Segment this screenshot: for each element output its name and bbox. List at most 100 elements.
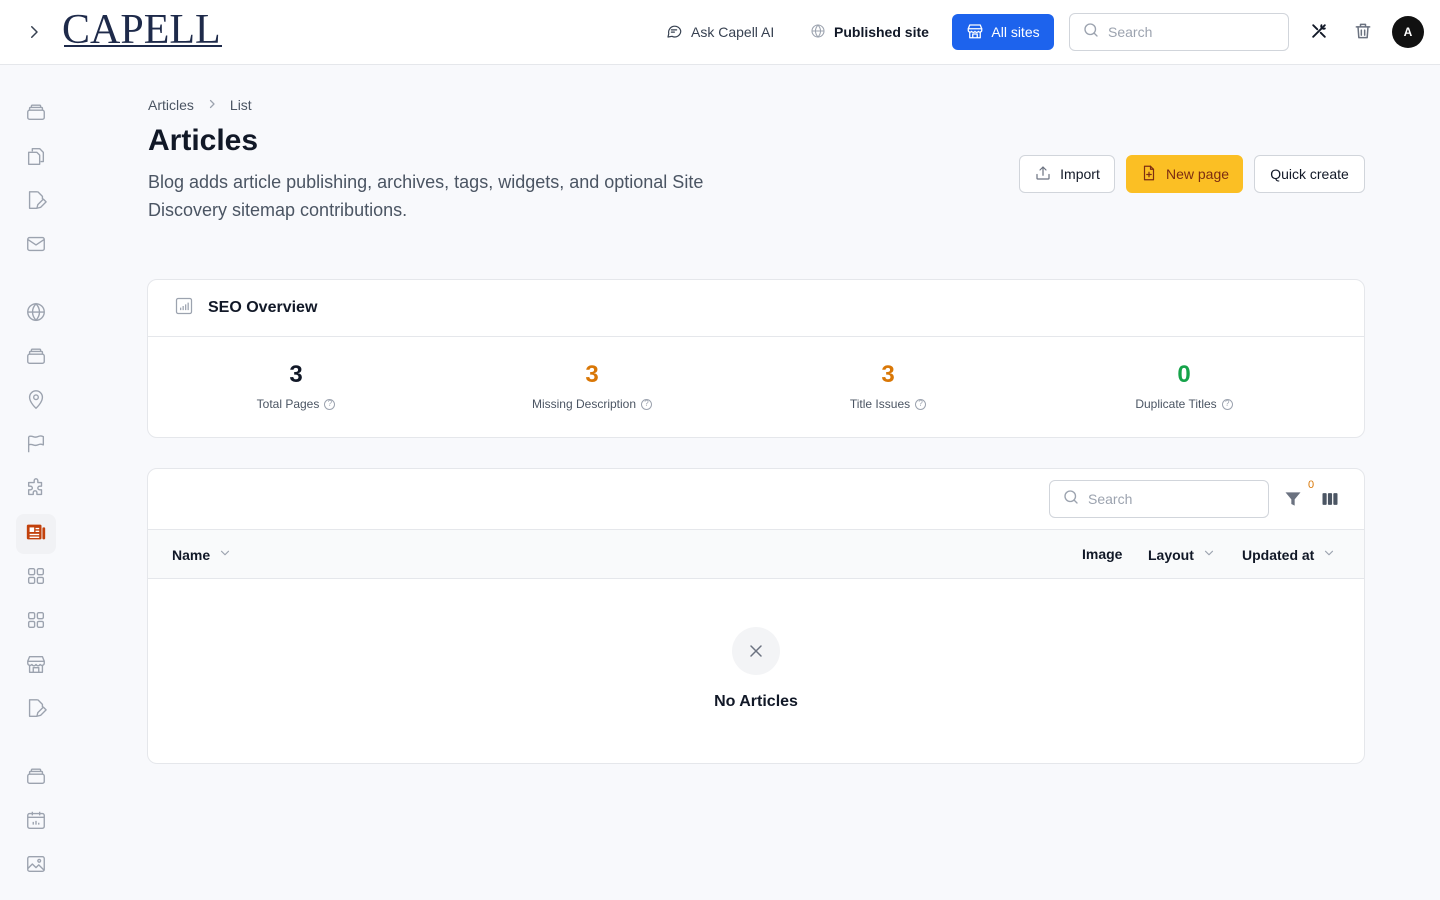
sidebar (0, 65, 72, 900)
breadcrumb-list: List (229, 97, 252, 113)
sidebar-item-grid-2[interactable] (16, 602, 56, 642)
table-toolbar: 0 (148, 469, 1364, 530)
chevron-right-icon (206, 97, 218, 113)
stat-label-wrap: Duplicate Titles ? (1135, 397, 1233, 411)
search-icon (1082, 21, 1100, 44)
new-page-label: New page (1165, 166, 1230, 182)
column-header-image: Image (1082, 546, 1122, 562)
published-site-link[interactable]: Published site (810, 20, 929, 44)
stat-label-wrap: Title Issues ? (850, 397, 927, 411)
sidebar-item-edit-page[interactable] (16, 182, 56, 222)
sidebar-item-stack-3[interactable] (16, 758, 56, 798)
stack-icon (25, 765, 47, 792)
stat-label: Missing Description (531, 397, 637, 411)
documents-icon (25, 145, 47, 172)
published-site-label: Published site (834, 24, 929, 40)
articles-table: 0 Name Image Layout Updated at No Articl… (147, 468, 1365, 764)
puzzle-icon (25, 477, 47, 504)
sidebar-item-grid[interactable] (16, 558, 56, 598)
seo-overview-header: SEO Overview (148, 280, 1364, 337)
tools-icon[interactable] (1309, 21, 1331, 43)
stat-value: 3 (289, 361, 303, 388)
quick-create-button[interactable]: Quick create (1254, 155, 1365, 193)
sidebar-item-storefront[interactable] (16, 646, 56, 686)
breadcrumb-articles[interactable]: Articles (148, 97, 194, 113)
stat-label-wrap: Missing Description ? (531, 397, 653, 411)
filter-icon[interactable] (1283, 489, 1305, 511)
storefront-icon (966, 22, 984, 43)
seo-overview-card: SEO Overview 3 Total Pages ? 3 Missing D… (147, 279, 1365, 438)
stat-value: 3 (881, 361, 895, 388)
ask-ai-link[interactable]: Ask Capell AI (665, 20, 774, 44)
empty-state-text: No Articles (714, 693, 798, 710)
upload-icon (1034, 164, 1052, 185)
globe-icon (810, 23, 826, 42)
column-header-updated-at[interactable]: Updated at (1242, 546, 1336, 563)
sidebar-item-calendar[interactable] (16, 802, 56, 842)
globe-icon (25, 301, 47, 328)
stat-title-issues: 3 Title Issues ? (740, 337, 1036, 437)
help-icon[interactable]: ? (1221, 398, 1233, 410)
flag-icon (25, 433, 47, 460)
stat-value: 3 (585, 361, 599, 388)
calendar-icon (25, 809, 47, 836)
stat-total-pages: 3 Total Pages ? (148, 337, 444, 437)
sidebar-item-mail[interactable] (16, 226, 56, 266)
global-search-input[interactable] (1108, 24, 1268, 40)
storefront-icon (25, 653, 47, 680)
sidebar-item-plugins[interactable] (16, 470, 56, 510)
column-label: Updated at (1242, 546, 1315, 563)
grid-icon (25, 565, 47, 592)
sidebar-item-articles[interactable] (16, 514, 56, 554)
help-icon[interactable]: ? (915, 398, 927, 410)
stat-label-wrap: Total Pages ? (257, 397, 336, 411)
new-page-button[interactable]: New page (1126, 155, 1243, 193)
seo-stats: 3 Total Pages ? 3 Missing Description ? … (148, 337, 1364, 437)
sidebar-item-documents[interactable] (16, 138, 56, 178)
columns-icon[interactable] (1320, 489, 1342, 511)
stat-label: Total Pages (256, 397, 320, 411)
table-search[interactable] (1049, 480, 1269, 518)
sidebar-item-stack[interactable] (16, 94, 56, 134)
top-bar: CAPELL Ask Capell AI Published site All … (0, 0, 1440, 65)
import-button[interactable]: Import (1019, 155, 1115, 193)
column-label: Name (172, 546, 211, 563)
avatar[interactable]: A (1392, 16, 1424, 48)
global-search[interactable] (1069, 13, 1289, 51)
column-label: Layout (1148, 546, 1194, 563)
empty-state: No Articles (148, 579, 1364, 763)
filter-count-badge: 0 (1308, 479, 1315, 491)
image-icon (25, 853, 47, 880)
newspaper-icon (25, 521, 47, 548)
edit-page-icon (25, 697, 47, 724)
breadcrumb: Articles List (148, 97, 252, 113)
sidebar-item-location[interactable] (16, 382, 56, 422)
search-icon (1062, 488, 1080, 511)
all-sites-label: All sites (991, 24, 1040, 40)
column-label: Image (1082, 546, 1123, 562)
seo-overview-title: SEO Overview (208, 299, 318, 316)
page-title: Articles (148, 124, 259, 157)
table-search-input[interactable] (1088, 491, 1248, 507)
table-header: Name Image Layout Updated at (148, 530, 1364, 579)
all-sites-button[interactable]: All sites (952, 14, 1054, 50)
help-icon[interactable]: ? (324, 398, 336, 410)
stat-missing-description: 3 Missing Description ? (444, 337, 740, 437)
chevron-down-icon (1322, 546, 1336, 563)
chevron-right-icon[interactable] (22, 20, 46, 44)
trash-icon[interactable] (1353, 21, 1375, 43)
help-icon[interactable]: ? (641, 398, 653, 410)
stat-duplicate-titles: 0 Duplicate Titles ? (1036, 337, 1332, 437)
column-header-name[interactable]: Name (172, 546, 232, 563)
column-header-layout[interactable]: Layout (1148, 546, 1216, 563)
logo-underline (64, 45, 222, 47)
ask-ai-label: Ask Capell AI (691, 24, 775, 40)
mail-icon (25, 233, 47, 260)
sidebar-item-edit-page-2[interactable] (16, 690, 56, 730)
sidebar-item-stack-2[interactable] (16, 338, 56, 378)
sidebar-item-media[interactable] (16, 846, 56, 886)
sidebar-item-flag[interactable] (16, 426, 56, 466)
sidebar-item-globe[interactable] (16, 294, 56, 334)
document-plus-icon (1140, 164, 1158, 185)
import-label: Import (1060, 166, 1100, 182)
